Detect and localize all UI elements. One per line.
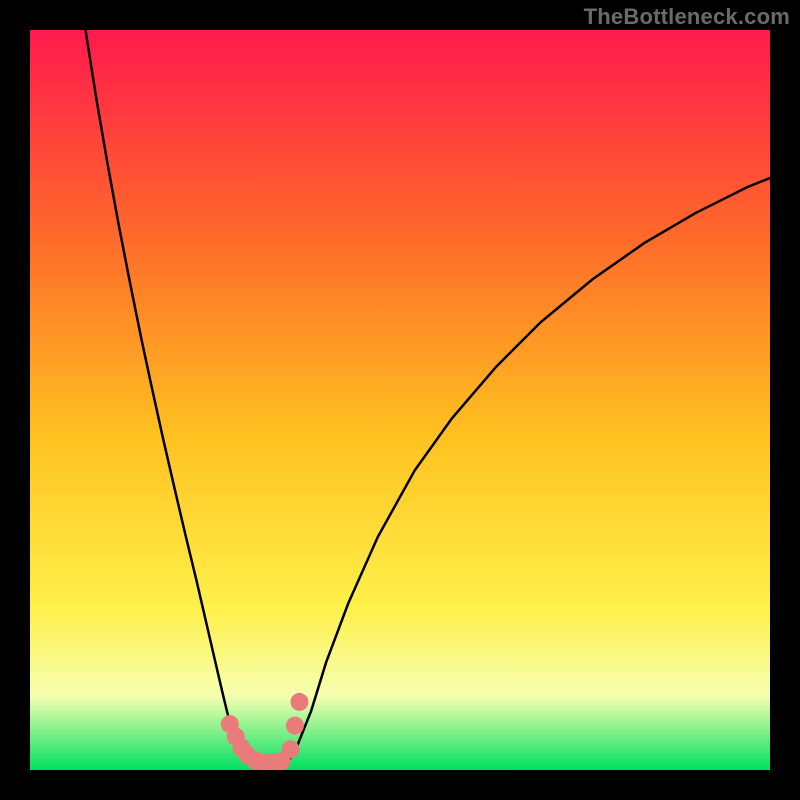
chart-frame: TheBottleneck.com [0, 0, 800, 800]
data-point [290, 693, 308, 711]
watermark-text: TheBottleneck.com [584, 4, 790, 30]
data-point [286, 717, 304, 735]
gradient-background [30, 30, 770, 770]
data-point [282, 740, 300, 758]
plot-svg [30, 30, 770, 770]
plot-area [30, 30, 770, 770]
